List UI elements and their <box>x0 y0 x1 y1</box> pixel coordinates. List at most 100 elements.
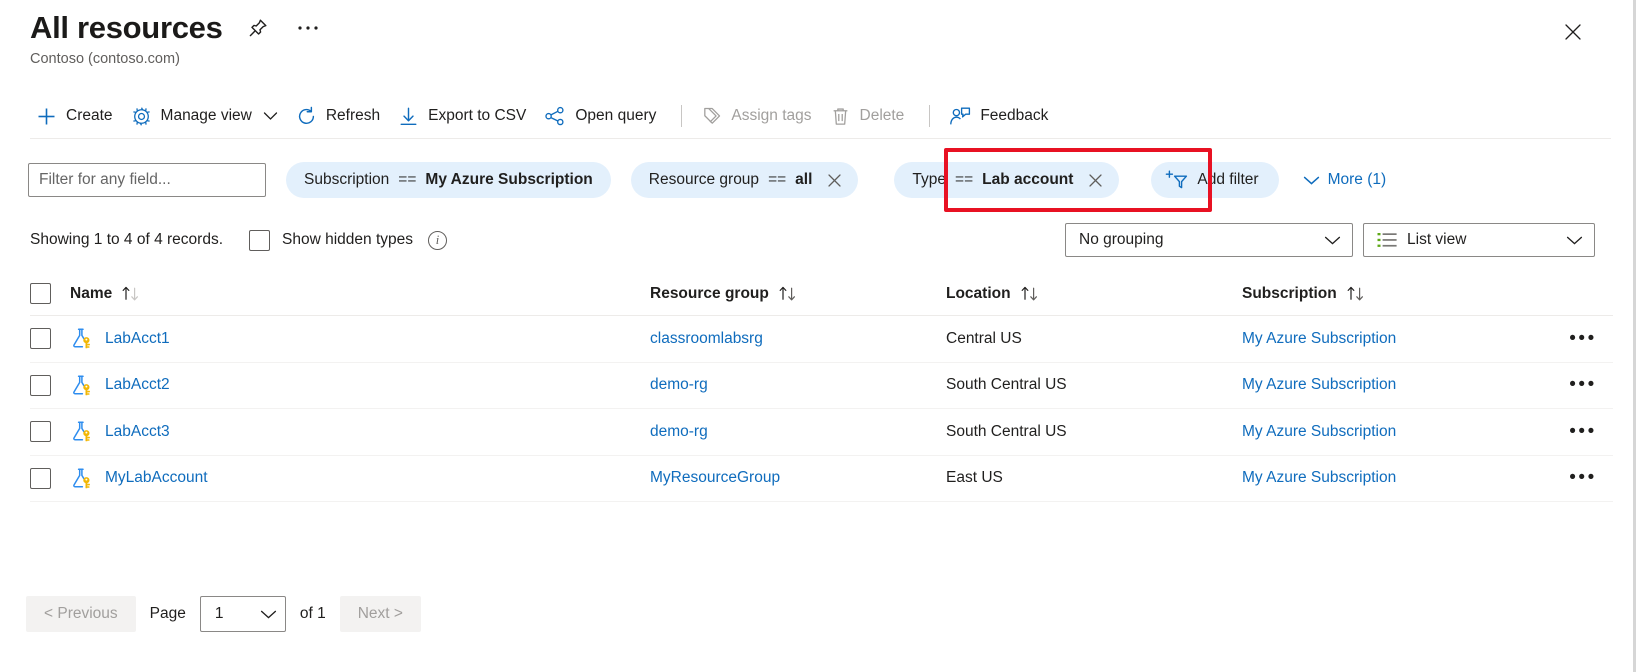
table-row[interactable]: MyLabAccount MyResourceGroup East US My … <box>30 456 1613 502</box>
grouping-dropdown[interactable]: No grouping <box>1065 223 1353 257</box>
search-input[interactable] <box>28 163 266 197</box>
show-hidden-types-checkbox[interactable] <box>249 229 271 251</box>
row-name-cell: LabAcct2 <box>70 374 650 397</box>
resource-name-link[interactable]: LabAcct1 <box>105 330 170 348</box>
export-csv-button[interactable]: Export to CSV <box>392 99 538 133</box>
filter-pill-value: My Azure Subscription <box>425 171 593 188</box>
subscription-link[interactable]: My Azure Subscription <box>1242 423 1396 440</box>
column-label: Subscription <box>1242 284 1337 302</box>
page-number-dropdown[interactable]: 1 <box>199 596 286 632</box>
open-query-label: Open query <box>575 107 657 124</box>
filter-pill-resource-group[interactable]: Resource group == all <box>630 162 859 198</box>
tag-icon <box>701 106 722 127</box>
table-row[interactable]: LabAcct3 demo-rg South Central US My Azu… <box>30 409 1613 456</box>
download-icon <box>398 106 419 127</box>
subscription-link[interactable]: My Azure Subscription <box>1242 330 1396 347</box>
select-all-cell <box>30 283 70 304</box>
page-title: All resources <box>30 10 223 45</box>
record-count-label: Showing 1 to 4 of 4 records. <box>30 231 224 248</box>
resource-name-link[interactable]: MyLabAccount <box>105 469 208 487</box>
remove-filter-icon[interactable] <box>825 171 844 190</box>
filter-pill-operator: == <box>955 171 974 188</box>
row-checkbox[interactable] <box>30 467 51 489</box>
info-icon[interactable]: i <box>428 230 447 250</box>
filter-pill-value: Lab account <box>982 171 1074 188</box>
select-all-checkbox[interactable] <box>30 283 51 304</box>
column-header-location[interactable]: Location <box>946 285 1242 303</box>
column-header-subscription[interactable]: Subscription <box>1242 285 1553 303</box>
sort-icon <box>1346 285 1367 302</box>
delete-button[interactable]: Delete <box>824 99 917 133</box>
filter-pill-subscription[interactable]: Subscription == My Azure Subscription <box>286 162 611 198</box>
toolbar-divider-2 <box>929 105 931 127</box>
feedback-button[interactable]: Feedback <box>943 99 1060 133</box>
row-ellipsis-icon[interactable]: ••• <box>1553 468 1613 487</box>
lab-account-icon <box>70 467 94 490</box>
column-label: Name <box>70 284 113 302</box>
pin-icon[interactable] <box>243 13 273 43</box>
filter-bar: Subscription == My Azure Subscription Re… <box>28 160 1386 200</box>
chevron-down-icon <box>1566 235 1583 246</box>
row-location-cell: East US <box>946 469 1003 487</box>
resource-group-link[interactable]: demo-rg <box>650 423 708 440</box>
chevron-down-icon <box>1303 175 1320 186</box>
remove-filter-icon[interactable] <box>1086 171 1105 190</box>
column-header-name[interactable]: Name <box>70 285 650 303</box>
filter-pill-field: Resource group <box>648 171 760 188</box>
row-select-cell <box>30 467 70 489</box>
row-checkbox[interactable] <box>30 374 51 396</box>
filter-pill-type[interactable]: Type == Lab account <box>894 162 1120 198</box>
show-hidden-types-label: Show hidden types <box>282 231 413 248</box>
row-subscription-cell: My Azure Subscription <box>1242 330 1553 348</box>
table-header-row: Name Resource group Location Subscriptio… <box>30 272 1613 316</box>
lab-account-icon <box>70 374 94 397</box>
subscription-link[interactable]: My Azure Subscription <box>1242 376 1396 393</box>
refresh-label: Refresh <box>325 107 381 124</box>
table-row[interactable]: LabAcct1 classroomlabsrg Central US My A… <box>30 316 1613 363</box>
refresh-button[interactable]: Refresh <box>290 99 392 133</box>
row-name-cell: LabAcct1 <box>70 327 650 350</box>
row-location-cell: Central US <box>946 329 1022 347</box>
next-page-button[interactable]: Next > <box>339 596 421 632</box>
view-dropdown[interactable]: List view <box>1363 223 1595 257</box>
filter-pill-field: Subscription <box>304 171 390 188</box>
header-ellipsis-icon[interactable] <box>293 13 323 43</box>
add-filter-button[interactable]: Add filter <box>1151 162 1279 198</box>
row-ellipsis-icon[interactable]: ••• <box>1553 375 1613 394</box>
filter-pill-value: all <box>795 171 813 188</box>
resource-group-link[interactable]: MyResourceGroup <box>650 469 780 486</box>
subscription-link[interactable]: My Azure Subscription <box>1242 469 1396 486</box>
sort-icon <box>1020 285 1041 302</box>
open-query-button[interactable]: Open query <box>538 99 668 133</box>
assign-tags-label: Assign tags <box>731 107 812 124</box>
previous-page-button[interactable]: < Previous <box>26 596 136 632</box>
manage-view-button[interactable]: Manage view <box>125 99 290 133</box>
page-label: Page <box>149 605 186 622</box>
assign-tags-button[interactable]: Assign tags <box>695 99 823 133</box>
filter-pill-operator: == <box>398 171 417 188</box>
row-ellipsis-icon[interactable]: ••• <box>1553 329 1613 348</box>
row-ellipsis-icon[interactable]: ••• <box>1553 422 1613 441</box>
create-button[interactable]: Create <box>30 99 125 133</box>
row-select-cell <box>30 374 70 396</box>
refresh-icon <box>296 106 317 127</box>
resource-name-link[interactable]: LabAcct2 <box>105 376 170 394</box>
resource-group-link[interactable]: classroomlabsrg <box>650 330 763 347</box>
filter-pill-operator: == <box>768 171 787 188</box>
sort-icon <box>121 285 142 302</box>
resource-name-link[interactable]: LabAcct3 <box>105 423 170 441</box>
list-view-icon <box>1377 232 1397 248</box>
row-checkbox[interactable] <box>30 421 51 443</box>
row-resource-group-cell: demo-rg <box>650 423 946 441</box>
filter-pill-field: Type <box>912 171 947 188</box>
grouping-value: No grouping <box>1079 231 1164 248</box>
results-meta-row: Showing 1 to 4 of 4 records. Show hidden… <box>30 222 1595 258</box>
resource-group-link[interactable]: demo-rg <box>650 376 708 393</box>
column-header-resource-group[interactable]: Resource group <box>650 285 946 303</box>
table-row[interactable]: LabAcct2 demo-rg South Central US My Azu… <box>30 363 1613 409</box>
row-checkbox[interactable] <box>30 328 51 350</box>
more-filters-link[interactable]: More (1) <box>1303 171 1386 189</box>
toolbar-divider <box>681 105 683 127</box>
row-select-cell <box>30 421 70 443</box>
close-icon[interactable] <box>1557 16 1589 48</box>
